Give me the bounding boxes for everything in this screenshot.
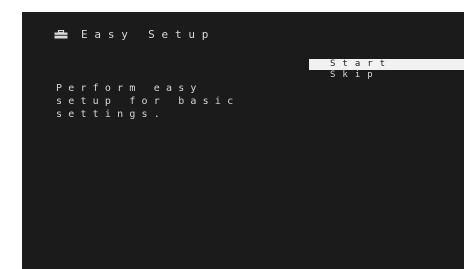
osd-screen: Easy Setup Perform easy setup for basic …	[22, 12, 464, 269]
description-text: Perform easy setup for basic settings.	[56, 83, 240, 120]
menu-item-start[interactable]: Start	[309, 59, 464, 70]
menu-item-skip[interactable]: Skip	[309, 70, 464, 81]
setup-menu: Start Skip	[309, 59, 464, 81]
header: Easy Setup	[54, 26, 215, 42]
toolbox-icon	[54, 29, 68, 38]
page-title: Easy Setup	[81, 27, 216, 41]
